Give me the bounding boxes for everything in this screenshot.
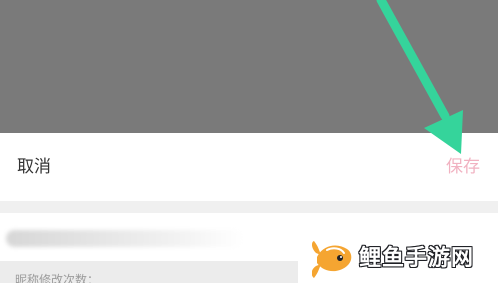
blurred-nickname-field[interactable] (6, 230, 244, 247)
fish-logo-icon (312, 241, 352, 278)
nickname-change-count-label: 昵称修改次数： (15, 273, 100, 283)
site-watermark: 鲤鱼手游网 (310, 236, 498, 283)
section-divider (0, 201, 498, 213)
nickname-info-box: 昵称修改次数： (0, 261, 298, 283)
watermark-text: 鲤鱼手游网 (359, 246, 475, 271)
save-button[interactable]: 保存 (446, 155, 480, 179)
edit-nickname-screen: 取消 保存 昵称修改次数： 鲤鱼手游网 (0, 0, 498, 283)
dimmed-overlay[interactable] (0, 0, 498, 133)
edit-action-bar: 取消 保存 (0, 133, 498, 201)
cancel-button[interactable]: 取消 (17, 155, 51, 179)
